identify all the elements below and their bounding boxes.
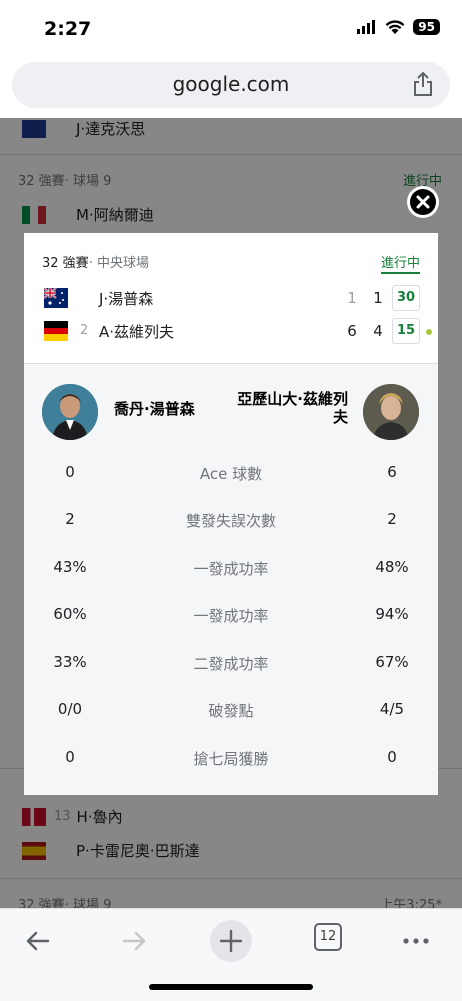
player2-stat: 94% bbox=[375, 605, 409, 623]
player2-stat: 6 bbox=[387, 463, 397, 481]
back-icon[interactable] bbox=[16, 919, 60, 963]
stat-label: 雙發失誤次數 bbox=[185, 512, 276, 530]
player1-stat: 2 bbox=[65, 510, 75, 528]
player1-full-name: 喬丹·湯普森 bbox=[114, 400, 195, 418]
game-points: 15 bbox=[392, 318, 420, 344]
player2-photo bbox=[363, 384, 419, 440]
stats-panel: 喬丹·湯普森 亞歷山大·茲維列夫 0 Ace 球數 6 2 雙發失誤次數 2 4… bbox=[24, 364, 438, 795]
stat-row: 2 雙發失誤次數 2 bbox=[24, 510, 438, 534]
player2-stat: 48% bbox=[375, 558, 409, 576]
stat-row: 33% 二發成功率 67% bbox=[24, 653, 438, 677]
status-icons: 95 bbox=[357, 19, 440, 35]
stat-row: 60% 一發成功率 94% bbox=[24, 605, 438, 629]
home-indicator bbox=[149, 984, 313, 990]
australia-flag-icon bbox=[44, 288, 68, 308]
player2-stat: 2 bbox=[387, 510, 397, 528]
player1-stat: 33% bbox=[53, 653, 87, 671]
player-name: J·湯普森 bbox=[99, 290, 154, 308]
set-score: 1 bbox=[373, 289, 383, 307]
match-status: 進行中 bbox=[380, 252, 420, 274]
forward-icon[interactable] bbox=[112, 919, 156, 963]
match-stats-dialog: 32 強賽· 中央球場 進行中 J·湯普森 1 1 30 2 A·茲維列夫 6 … bbox=[24, 233, 438, 795]
close-icon bbox=[416, 195, 430, 209]
player-seed: 2 bbox=[80, 323, 89, 338]
stat-row: 0 Ace 球數 6 bbox=[24, 463, 438, 487]
stat-label: 一發成功率 bbox=[193, 607, 269, 625]
stat-row: 0/0 破發點 4/5 bbox=[24, 700, 438, 724]
game-points: 30 bbox=[392, 285, 420, 311]
more-icon[interactable] bbox=[394, 919, 438, 963]
status-time: 2:27 bbox=[44, 18, 92, 40]
cellular-signal-icon bbox=[357, 20, 376, 34]
player1-stat: 0 bbox=[65, 463, 75, 481]
stat-label: 一發成功率 bbox=[193, 560, 269, 578]
player2-full-name: 亞歷山大·茲維列夫 bbox=[237, 390, 348, 426]
close-button[interactable] bbox=[407, 186, 439, 218]
share-icon[interactable] bbox=[412, 71, 434, 97]
tabs-icon[interactable]: 12 bbox=[314, 923, 342, 951]
player1-stat: 43% bbox=[53, 558, 87, 576]
set-score: 6 bbox=[347, 322, 357, 340]
player-name: A·茲維列夫 bbox=[99, 323, 175, 341]
set-score: 1 bbox=[347, 289, 357, 307]
battery-indicator: 95 bbox=[413, 19, 440, 35]
player1-stat: 0/0 bbox=[57, 700, 83, 718]
new-tab-icon[interactable] bbox=[209, 919, 253, 963]
stat-label: Ace 球數 bbox=[199, 465, 263, 483]
wifi-icon bbox=[385, 19, 405, 34]
url-text[interactable]: google.com bbox=[12, 72, 450, 96]
player-score-row: J·湯普森 1 1 30 bbox=[24, 284, 438, 314]
germany-flag-icon bbox=[44, 321, 68, 341]
serving-indicator bbox=[426, 329, 432, 335]
player1-stat: 0 bbox=[65, 748, 75, 766]
player2-stat: 0 bbox=[387, 748, 397, 766]
player1-avatar bbox=[42, 384, 98, 440]
player2-avatar bbox=[363, 384, 419, 440]
stat-label: 二發成功率 bbox=[193, 655, 269, 673]
player2-stat: 67% bbox=[375, 653, 409, 671]
stat-row: 43% 一發成功率 48% bbox=[24, 558, 438, 582]
player-score-row: 2 A·茲維列夫 6 4 15 bbox=[24, 317, 438, 347]
match-round: 32 強賽· 中央球場 bbox=[42, 256, 149, 271]
player2-stat: 4/5 bbox=[379, 700, 405, 718]
stat-row: 0 搶七局獲勝 0 bbox=[24, 748, 438, 772]
stat-label: 破發點 bbox=[208, 702, 254, 720]
player1-photo bbox=[42, 384, 98, 440]
stat-label: 搶七局獲勝 bbox=[193, 750, 269, 768]
set-score: 4 bbox=[373, 322, 383, 340]
player1-stat: 60% bbox=[53, 605, 87, 623]
status-bar: 2:27 95 bbox=[0, 0, 462, 58]
address-bar[interactable]: google.com bbox=[12, 62, 450, 108]
